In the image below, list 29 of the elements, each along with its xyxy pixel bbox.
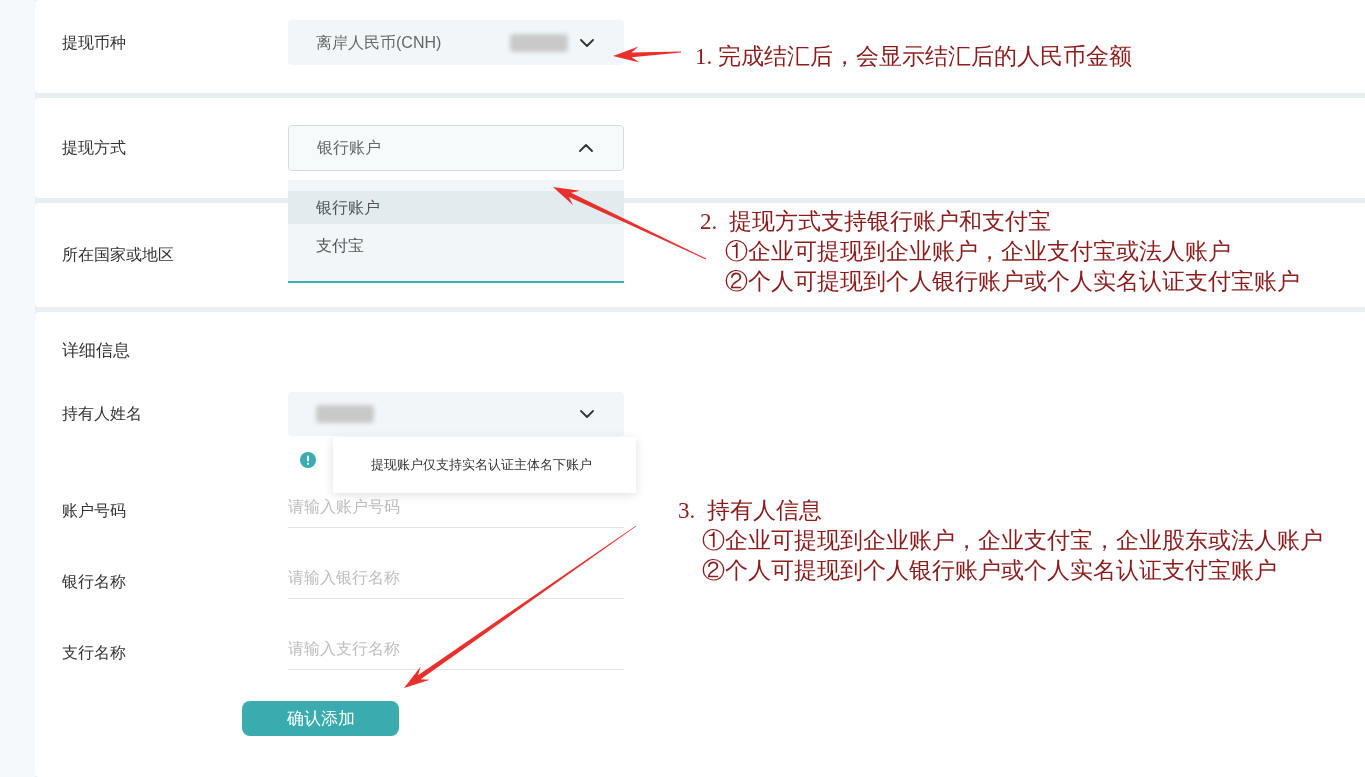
annotation-text: 3. 持有人信息 bbox=[678, 497, 822, 525]
field-label: 银行名称 bbox=[62, 572, 127, 592]
field-label: 账户号码 bbox=[62, 501, 127, 521]
section-title: 详细信息 bbox=[62, 340, 130, 362]
input-field[interactable]: 请输入银行名称 bbox=[288, 565, 624, 599]
info-icon bbox=[300, 452, 316, 468]
chevron-up-icon bbox=[579, 144, 593, 152]
annotation-text: ②个人可提现到个人银行账户或个人实名认证支付宝账户 bbox=[702, 557, 1277, 585]
annotation-text: ②个人可提现到个人银行账户或个人实名认证支付宝账户 bbox=[725, 268, 1300, 296]
annotation-text: ①企业可提现到企业账户，企业支付宝或法人账户 bbox=[725, 238, 1231, 266]
select-field[interactable] bbox=[288, 392, 624, 436]
select-field[interactable]: 银行账户 bbox=[288, 125, 624, 171]
select-field[interactable]: 离岸人民币(CNH) bbox=[288, 20, 624, 65]
field-label: 所在国家或地区 bbox=[62, 245, 175, 265]
chevron-down-icon bbox=[580, 410, 594, 418]
chevron-down-icon bbox=[580, 38, 594, 47]
dropdown-option[interactable]: 银行账户 bbox=[288, 191, 624, 224]
field-label: 持有人姓名 bbox=[62, 404, 143, 424]
field-label: 提现方式 bbox=[62, 138, 127, 158]
field-label: 提现币种 bbox=[62, 32, 127, 53]
field-label: 支行名称 bbox=[62, 643, 127, 663]
input-field[interactable]: 请输入支行名称 bbox=[288, 636, 624, 670]
annotation-text: ①企业可提现到企业账户，企业支付宝，企业股东或法人账户 bbox=[702, 527, 1323, 555]
dropdown-option[interactable]: 支付宝 bbox=[288, 229, 624, 262]
arrow bbox=[613, 46, 681, 63]
annotation-text: 2. 提现方式支持银行账户和支付宝 bbox=[700, 208, 1051, 236]
annotation-text: 1. 完成结汇后，会显示结汇后的人民币金额 bbox=[695, 43, 1132, 71]
input-field[interactable]: 请输入账户号码 bbox=[288, 494, 624, 528]
tooltip: 提现账户仅支持实名认证主体名下账户 bbox=[333, 437, 636, 493]
